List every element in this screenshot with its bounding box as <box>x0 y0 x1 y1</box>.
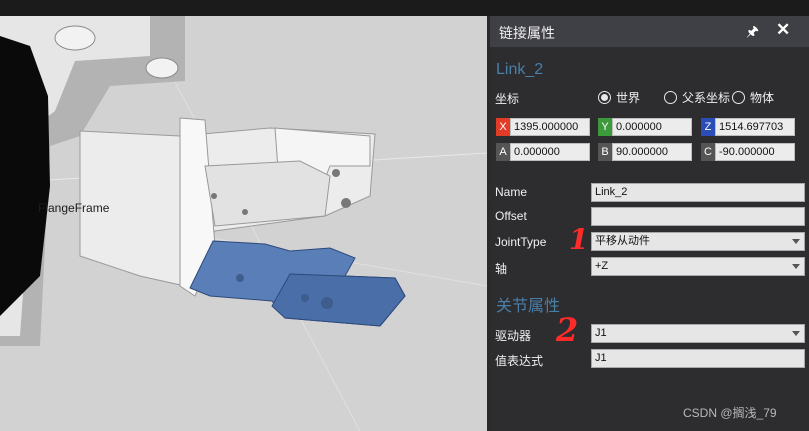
driver-label: 驱动器 <box>495 329 532 343</box>
driver-dropdown[interactable]: J1 <box>591 324 805 343</box>
coord-b-field[interactable]: 90.000000 <box>612 143 692 161</box>
joint-properties-header: 关节属性 <box>496 298 561 315</box>
coord-z: Z 1514.697703 <box>701 118 795 136</box>
coord-c-field[interactable]: -90.000000 <box>715 143 795 161</box>
window-top-bar <box>0 0 809 16</box>
coord-a-field[interactable]: 0.000000 <box>510 143 590 161</box>
coord-x-field[interactable]: 1395.000000 <box>510 118 590 136</box>
coord-c: C -90.000000 <box>701 143 795 161</box>
radio-object-indicator <box>732 91 745 104</box>
annotation-mark-2: 2 <box>556 311 579 349</box>
coord-z-field[interactable]: 1514.697703 <box>715 118 795 136</box>
axis-dropdown[interactable]: +Z <box>591 257 805 276</box>
radio-object-label: 物体 <box>750 91 775 105</box>
coord-y: Y 0.000000 <box>598 118 692 136</box>
offset-label: Offset <box>495 209 527 223</box>
pin-icon[interactable]: 🖈 <box>746 21 759 45</box>
radio-object[interactable]: 物体 <box>732 89 774 106</box>
radio-parent-label: 父系坐标 <box>682 91 731 105</box>
chevron-down-icon <box>792 331 800 336</box>
coord-b-tag: B <box>598 143 612 161</box>
coordinate-label: 坐标 <box>495 92 520 106</box>
watermark: CSDN @搁浅_79 <box>683 406 777 420</box>
jointtype-value: 平移从动件 <box>595 235 650 247</box>
jointtype-dropdown[interactable]: 平移从动件 <box>591 232 805 251</box>
coord-y-field[interactable]: 0.000000 <box>612 118 692 136</box>
radio-world[interactable]: 世界 <box>598 89 640 106</box>
name-label: Name <box>495 185 528 199</box>
offset-field[interactable] <box>591 207 805 226</box>
chevron-down-icon <box>792 264 800 269</box>
annotation-mark-1: 1 <box>569 223 589 256</box>
radio-world-indicator <box>598 91 611 104</box>
panel-title: 链接属性 <box>499 25 555 41</box>
coord-a-tag: A <box>496 143 510 161</box>
axis-value: +Z <box>595 260 609 272</box>
link-name-header: Link_2 <box>496 61 544 78</box>
name-field[interactable]: Link_2 <box>591 183 805 202</box>
driver-value: J1 <box>595 327 607 339</box>
expression-field[interactable]: J1 <box>591 349 805 368</box>
coord-y-tag: Y <box>598 118 612 136</box>
3d-viewport[interactable]: FlangeFrame <box>0 16 487 431</box>
radio-parent-indicator <box>664 91 677 104</box>
radio-world-label: 世界 <box>616 91 641 105</box>
chevron-down-icon <box>792 239 800 244</box>
coord-x-tag: X <box>496 118 510 136</box>
radio-parent-coord[interactable]: 父系坐标 <box>664 89 734 106</box>
coord-c-tag: C <box>701 143 715 161</box>
close-icon[interactable]: ✕ <box>776 20 790 40</box>
coord-b: B 90.000000 <box>598 143 692 161</box>
flange-frame-label: FlangeFrame <box>38 201 110 215</box>
expression-label: 值表达式 <box>495 354 544 368</box>
panel-title-bar: 链接属性 🖈 ✕ <box>490 16 809 47</box>
axis-label: 轴 <box>495 262 508 276</box>
coord-z-tag: Z <box>701 118 715 136</box>
coord-x: X 1395.000000 <box>496 118 590 136</box>
coord-a: A 0.000000 <box>496 143 590 161</box>
scene-render <box>0 16 487 431</box>
jointtype-label: JointType <box>495 235 547 249</box>
link-properties-panel: 链接属性 🖈 ✕ Link_2 坐标 世界 父系坐标 物体 X 1395.000… <box>490 16 809 431</box>
